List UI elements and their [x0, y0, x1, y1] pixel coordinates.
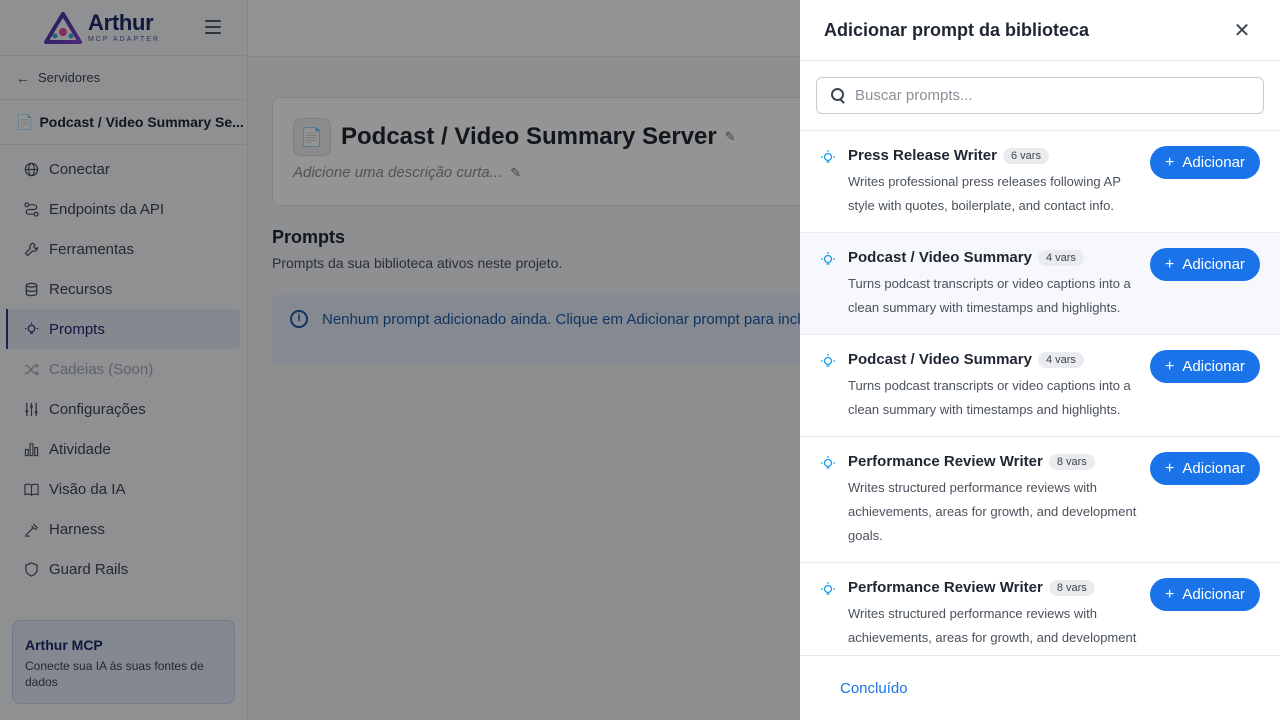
prompt-name: Podcast / Video Summary [848, 249, 1032, 266]
drawer-header: Adicionar prompt da biblioteca ✕ [800, 0, 1280, 61]
plus-icon: + [1165, 459, 1175, 477]
bulb-icon [821, 456, 835, 469]
drawer-title: Adicionar prompt da biblioteca [824, 19, 1090, 40]
add-prompt-button[interactable]: + Adicionar [1150, 248, 1260, 281]
vars-badge: 4 vars [1037, 249, 1084, 266]
add-prompt-button[interactable]: + Adicionar [1150, 578, 1260, 611]
vars-badge: 8 vars [1048, 453, 1095, 470]
vars-badge: 8 vars [1048, 579, 1095, 596]
bulb-icon [821, 252, 835, 265]
prompt-description: Turns podcast transcripts or video capti… [848, 378, 1131, 417]
list-item: Performance Review Writer 8 vars Writes … [800, 437, 1280, 563]
plus-icon: + [1165, 153, 1175, 171]
search-input[interactable] [855, 87, 1255, 104]
prompt-name: Podcast / Video Summary [848, 351, 1032, 368]
prompt-name: Performance Review Writer [848, 453, 1043, 470]
plus-icon: + [1165, 585, 1175, 603]
search-box [816, 77, 1264, 114]
add-button-label: Adicionar [1182, 586, 1245, 603]
add-prompt-button[interactable]: + Adicionar [1150, 452, 1260, 485]
add-prompt-button[interactable]: + Adicionar [1150, 146, 1260, 179]
bulb-icon [821, 354, 835, 367]
prompt-description: Writes structured performance reviews wi… [848, 480, 1137, 543]
add-button-label: Adicionar [1182, 358, 1245, 375]
list-item: Performance Review Writer 8 vars Writes … [800, 563, 1280, 656]
plus-icon: + [1165, 255, 1175, 273]
add-prompt-button[interactable]: + Adicionar [1150, 350, 1260, 383]
search-icon [831, 87, 847, 104]
search-bar [800, 61, 1280, 131]
prompt-name: Performance Review Writer [848, 579, 1043, 596]
plus-icon: + [1165, 357, 1175, 375]
prompt-name: Press Release Writer [848, 147, 997, 164]
drawer-footer: Concluído [800, 655, 1280, 720]
add-prompt-drawer: Adicionar prompt da biblioteca ✕ Press R… [800, 0, 1280, 720]
vars-badge: 6 vars [1002, 147, 1049, 164]
list-item: Press Release Writer 6 vars Writes profe… [800, 131, 1280, 233]
prompt-description: Turns podcast transcripts or video capti… [848, 276, 1131, 315]
prompt-description: Writes professional press releases follo… [848, 174, 1121, 213]
prompt-library-list: Press Release Writer 6 vars Writes profe… [800, 131, 1280, 656]
bulb-icon [821, 150, 835, 163]
close-icon[interactable]: ✕ [1230, 18, 1254, 42]
add-button-label: Adicionar [1182, 256, 1245, 273]
list-item: Podcast / Video Summary 4 vars Turns pod… [800, 335, 1280, 437]
prompt-description: Writes structured performance reviews wi… [848, 606, 1137, 656]
add-button-label: Adicionar [1182, 460, 1245, 477]
list-item: Podcast / Video Summary 4 vars Turns pod… [800, 233, 1280, 335]
add-button-label: Adicionar [1182, 154, 1245, 171]
vars-badge: 4 vars [1037, 351, 1084, 368]
done-button[interactable]: Concluído [840, 680, 908, 697]
bulb-icon [821, 582, 835, 595]
